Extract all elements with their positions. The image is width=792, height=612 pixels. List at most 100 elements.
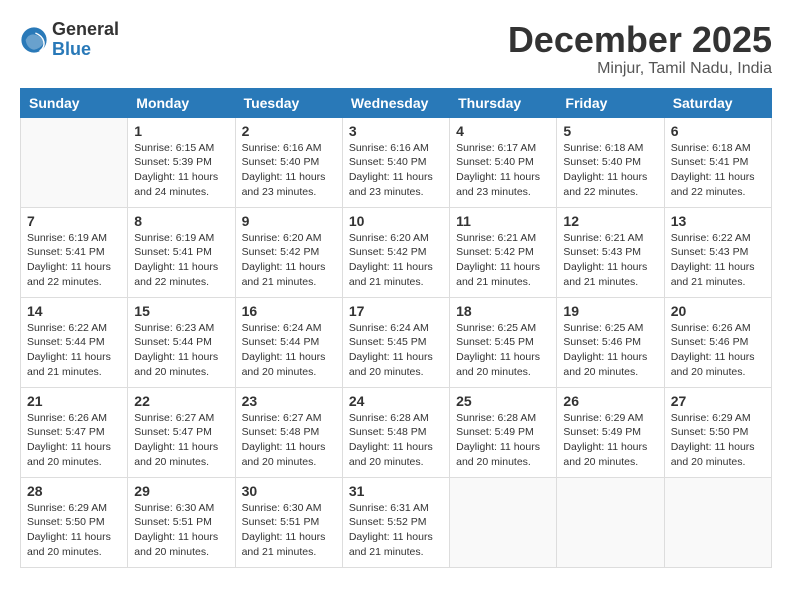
day-info: Sunrise: 6:23 AM Sunset: 5:44 PM Dayligh…	[134, 321, 228, 380]
calendar-cell	[450, 477, 557, 567]
calendar-header-tuesday: Tuesday	[235, 88, 342, 117]
day-info: Sunrise: 6:30 AM Sunset: 5:51 PM Dayligh…	[242, 501, 336, 560]
day-info: Sunrise: 6:16 AM Sunset: 5:40 PM Dayligh…	[242, 141, 336, 200]
day-info: Sunrise: 6:30 AM Sunset: 5:51 PM Dayligh…	[134, 501, 228, 560]
day-info: Sunrise: 6:26 AM Sunset: 5:47 PM Dayligh…	[27, 411, 121, 470]
day-info: Sunrise: 6:22 AM Sunset: 5:44 PM Dayligh…	[27, 321, 121, 380]
day-info: Sunrise: 6:29 AM Sunset: 5:49 PM Dayligh…	[563, 411, 657, 470]
day-number: 15	[134, 303, 228, 319]
calendar-table: SundayMondayTuesdayWednesdayThursdayFrid…	[20, 88, 772, 568]
day-number: 31	[349, 483, 443, 499]
calendar-cell: 22 Sunrise: 6:27 AM Sunset: 5:47 PM Dayli…	[128, 387, 235, 477]
day-number: 1	[134, 123, 228, 139]
day-info: Sunrise: 6:19 AM Sunset: 5:41 PM Dayligh…	[134, 231, 228, 290]
day-info: Sunrise: 6:26 AM Sunset: 5:46 PM Dayligh…	[671, 321, 765, 380]
calendar-cell: 21 Sunrise: 6:26 AM Sunset: 5:47 PM Dayli…	[21, 387, 128, 477]
day-number: 27	[671, 393, 765, 409]
day-info: Sunrise: 6:18 AM Sunset: 5:41 PM Dayligh…	[671, 141, 765, 200]
day-number: 28	[27, 483, 121, 499]
calendar-cell: 20 Sunrise: 6:26 AM Sunset: 5:46 PM Dayli…	[664, 297, 771, 387]
calendar-cell: 25 Sunrise: 6:28 AM Sunset: 5:49 PM Dayli…	[450, 387, 557, 477]
calendar-cell: 26 Sunrise: 6:29 AM Sunset: 5:49 PM Dayli…	[557, 387, 664, 477]
calendar-cell: 5Sunrise: 6:18 AM Sunset: 5:40 PM Daylig…	[557, 117, 664, 207]
calendar-header-sunday: Sunday	[21, 88, 128, 117]
calendar-cell: 7 Sunrise: 6:19 AM Sunset: 5:41 PM Daylig…	[21, 207, 128, 297]
calendar-cell: 4Sunrise: 6:17 AM Sunset: 5:40 PM Daylig…	[450, 117, 557, 207]
day-info: Sunrise: 6:29 AM Sunset: 5:50 PM Dayligh…	[671, 411, 765, 470]
day-number: 21	[27, 393, 121, 409]
day-info: Sunrise: 6:25 AM Sunset: 5:46 PM Dayligh…	[563, 321, 657, 380]
logo: General Blue	[20, 20, 119, 60]
day-number: 13	[671, 213, 765, 229]
calendar-header-monday: Monday	[128, 88, 235, 117]
calendar-cell: 9 Sunrise: 6:20 AM Sunset: 5:42 PM Daylig…	[235, 207, 342, 297]
calendar-cell: 1 Sunrise: 6:15 AM Sunset: 5:39 PM Daylig…	[128, 117, 235, 207]
title-area: December 2025 Minjur, Tamil Nadu, India	[508, 20, 772, 78]
day-info: Sunrise: 6:20 AM Sunset: 5:42 PM Dayligh…	[349, 231, 443, 290]
day-number: 11	[456, 213, 550, 229]
day-info: Sunrise: 6:27 AM Sunset: 5:48 PM Dayligh…	[242, 411, 336, 470]
calendar-week-row: 1 Sunrise: 6:15 AM Sunset: 5:39 PM Daylig…	[21, 117, 772, 207]
day-info: Sunrise: 6:28 AM Sunset: 5:49 PM Dayligh…	[456, 411, 550, 470]
day-number: 18	[456, 303, 550, 319]
calendar-cell: 30 Sunrise: 6:30 AM Sunset: 5:51 PM Dayli…	[235, 477, 342, 567]
day-info: Sunrise: 6:20 AM Sunset: 5:42 PM Dayligh…	[242, 231, 336, 290]
day-info: Sunrise: 6:17 AM Sunset: 5:40 PM Dayligh…	[456, 141, 550, 200]
header: General Blue December 2025 Minjur, Tamil…	[20, 20, 772, 78]
calendar-cell: 29 Sunrise: 6:30 AM Sunset: 5:51 PM Dayli…	[128, 477, 235, 567]
logo-general: General	[52, 20, 119, 40]
day-number: 26	[563, 393, 657, 409]
day-number: 22	[134, 393, 228, 409]
calendar-header-friday: Friday	[557, 88, 664, 117]
calendar-cell: 27 Sunrise: 6:29 AM Sunset: 5:50 PM Dayli…	[664, 387, 771, 477]
location: Minjur, Tamil Nadu, India	[508, 60, 772, 78]
day-number: 19	[563, 303, 657, 319]
day-info: Sunrise: 6:31 AM Sunset: 5:52 PM Dayligh…	[349, 501, 443, 560]
day-number: 16	[242, 303, 336, 319]
calendar-week-row: 21 Sunrise: 6:26 AM Sunset: 5:47 PM Dayli…	[21, 387, 772, 477]
calendar-cell: 6 Sunrise: 6:18 AM Sunset: 5:41 PM Daylig…	[664, 117, 771, 207]
calendar-cell	[21, 117, 128, 207]
day-number: 2	[242, 123, 336, 139]
calendar-cell: 12Sunrise: 6:21 AM Sunset: 5:43 PM Dayli…	[557, 207, 664, 297]
day-info: Sunrise: 6:19 AM Sunset: 5:41 PM Dayligh…	[27, 231, 121, 290]
day-number: 23	[242, 393, 336, 409]
calendar-cell: 19 Sunrise: 6:25 AM Sunset: 5:46 PM Dayli…	[557, 297, 664, 387]
calendar-cell	[664, 477, 771, 567]
day-number: 17	[349, 303, 443, 319]
calendar-cell: 15 Sunrise: 6:23 AM Sunset: 5:44 PM Dayli…	[128, 297, 235, 387]
calendar-cell: 28 Sunrise: 6:29 AM Sunset: 5:50 PM Dayli…	[21, 477, 128, 567]
day-info: Sunrise: 6:29 AM Sunset: 5:50 PM Dayligh…	[27, 501, 121, 560]
day-number: 10	[349, 213, 443, 229]
calendar-header-thursday: Thursday	[450, 88, 557, 117]
day-info: Sunrise: 6:24 AM Sunset: 5:45 PM Dayligh…	[349, 321, 443, 380]
day-info: Sunrise: 6:21 AM Sunset: 5:43 PM Dayligh…	[563, 231, 657, 290]
day-info: Sunrise: 6:16 AM Sunset: 5:40 PM Dayligh…	[349, 141, 443, 200]
calendar-cell: 8Sunrise: 6:19 AM Sunset: 5:41 PM Daylig…	[128, 207, 235, 297]
calendar-cell: 3 Sunrise: 6:16 AM Sunset: 5:40 PM Daylig…	[342, 117, 449, 207]
calendar-cell: 16Sunrise: 6:24 AM Sunset: 5:44 PM Dayli…	[235, 297, 342, 387]
day-number: 9	[242, 213, 336, 229]
logo-text: General Blue	[52, 20, 119, 60]
day-number: 25	[456, 393, 550, 409]
day-number: 5	[563, 123, 657, 139]
logo-blue: Blue	[52, 40, 119, 60]
calendar-cell	[557, 477, 664, 567]
calendar-header-saturday: Saturday	[664, 88, 771, 117]
day-number: 6	[671, 123, 765, 139]
day-number: 30	[242, 483, 336, 499]
calendar-cell: 2 Sunrise: 6:16 AM Sunset: 5:40 PM Daylig…	[235, 117, 342, 207]
day-number: 7	[27, 213, 121, 229]
calendar-header-wednesday: Wednesday	[342, 88, 449, 117]
day-number: 29	[134, 483, 228, 499]
day-info: Sunrise: 6:25 AM Sunset: 5:45 PM Dayligh…	[456, 321, 550, 380]
calendar-cell: 10 Sunrise: 6:20 AM Sunset: 5:42 PM Dayli…	[342, 207, 449, 297]
day-number: 3	[349, 123, 443, 139]
day-info: Sunrise: 6:15 AM Sunset: 5:39 PM Dayligh…	[134, 141, 228, 200]
day-info: Sunrise: 6:21 AM Sunset: 5:42 PM Dayligh…	[456, 231, 550, 290]
day-number: 20	[671, 303, 765, 319]
day-number: 24	[349, 393, 443, 409]
day-info: Sunrise: 6:27 AM Sunset: 5:47 PM Dayligh…	[134, 411, 228, 470]
calendar-cell: 17 Sunrise: 6:24 AM Sunset: 5:45 PM Dayli…	[342, 297, 449, 387]
calendar-cell: 23 Sunrise: 6:27 AM Sunset: 5:48 PM Dayli…	[235, 387, 342, 477]
